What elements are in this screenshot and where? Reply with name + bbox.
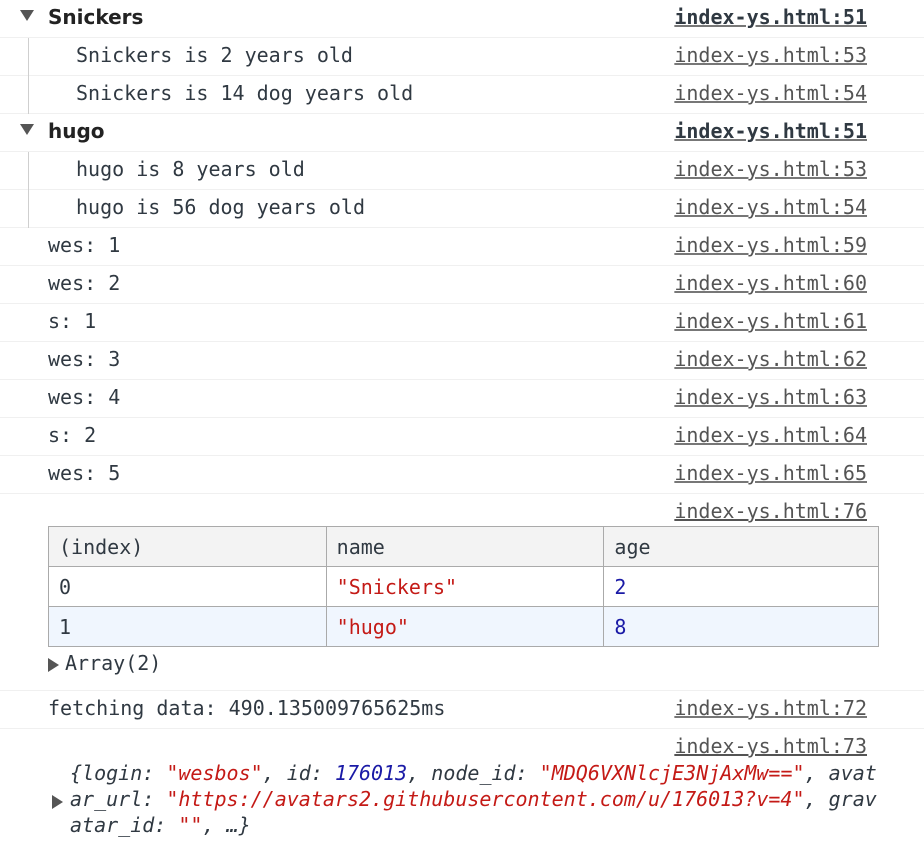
console-message: s: 1 index-ys.html:61: [0, 304, 924, 342]
object-separator: ,: [262, 761, 287, 785]
triangle-down-icon[interactable]: [20, 124, 34, 135]
table-row: 1 "hugo" 8: [48, 606, 879, 647]
message-text: fetching data: 490.135009765625ms: [48, 696, 446, 720]
group-guide-line: [28, 190, 29, 228]
source-link[interactable]: index-ys.html:63: [674, 385, 867, 409]
object-key: id:: [286, 761, 335, 785]
console-message: Snickers is 14 dog years old index-ys.ht…: [0, 76, 924, 114]
group-title: Snickers: [48, 5, 144, 29]
column-header-age[interactable]: age: [603, 526, 879, 567]
source-link[interactable]: index-ys.html:73: [674, 734, 867, 758]
object-separator: ,: [407, 761, 432, 785]
source-link[interactable]: index-ys.html:76: [674, 499, 867, 523]
source-link[interactable]: index-ys.html:72: [674, 696, 867, 720]
message-text: wes: 3: [48, 347, 121, 371]
object-separator: ,: [804, 787, 829, 811]
console-message: wes: 2 index-ys.html:60: [0, 266, 924, 304]
table-row: 0 "Snickers" 2: [48, 566, 879, 607]
object-separator: ,: [804, 761, 829, 785]
source-link[interactable]: index-ys.html:51: [674, 119, 867, 143]
object-key: login:: [82, 761, 167, 785]
group-title: hugo: [48, 119, 105, 143]
console-message: wes: 5 index-ys.html:65: [0, 456, 924, 494]
group-guide-line: [28, 76, 29, 114]
table-header-row: (index) name age: [48, 526, 879, 567]
source-link[interactable]: index-ys.html:54: [674, 81, 867, 105]
column-header-index[interactable]: (index): [48, 526, 327, 567]
cell-index: 0: [48, 566, 327, 607]
group-header-hugo[interactable]: hugo index-ys.html:51: [0, 114, 924, 152]
console-table-message: index-ys.html:76 (index) name age 0 "Sni…: [0, 494, 924, 691]
object-preview[interactable]: {login: "wesbos", id: 176013, node_id: "…: [70, 760, 882, 838]
source-link[interactable]: index-ys.html:54: [674, 195, 867, 219]
object-value: 176013: [334, 761, 408, 785]
group-guide-line: [28, 152, 29, 190]
column-header-name[interactable]: name: [325, 526, 605, 567]
cell-name: "Snickers": [325, 566, 605, 607]
message-text: wes: 2: [48, 271, 121, 295]
cell-name: "hugo": [325, 606, 605, 647]
message-text: Snickers is 14 dog years old: [76, 81, 414, 105]
object-brace: {: [70, 761, 83, 785]
cell-age: 8: [603, 606, 879, 647]
source-link[interactable]: index-ys.html:60: [674, 271, 867, 295]
console-message: hugo is 8 years old index-ys.html:53: [0, 152, 924, 190]
console-message: hugo is 56 dog years old index-ys.html:5…: [0, 190, 924, 228]
message-text: s: 1: [48, 309, 97, 333]
source-link[interactable]: index-ys.html:59: [674, 233, 867, 257]
console-message-timer: fetching data: 490.135009765625ms index-…: [0, 691, 924, 729]
source-link[interactable]: index-ys.html:61: [674, 309, 867, 333]
message-text: Snickers is 2 years old: [76, 43, 353, 67]
message-text: wes: 5: [48, 461, 121, 485]
source-link[interactable]: index-ys.html:65: [674, 461, 867, 485]
array-expander[interactable]: Array(2): [48, 651, 161, 675]
cell-index: 1: [48, 606, 327, 647]
message-text: wes: 1: [48, 233, 121, 257]
console-message: Snickers is 2 years old index-ys.html:53: [0, 38, 924, 76]
source-link[interactable]: index-ys.html:53: [674, 43, 867, 67]
console-message: wes: 1 index-ys.html:59: [0, 228, 924, 266]
console-panel: Snickers index-ys.html:51 Snickers is 2 …: [0, 0, 924, 846]
console-message: s: 2 index-ys.html:64: [0, 418, 924, 456]
object-value: "MDQ6VXNlcjE3NjAxMw==": [539, 761, 805, 785]
message-text: wes: 4: [48, 385, 121, 409]
message-text: s: 2: [48, 423, 97, 447]
source-link[interactable]: index-ys.html:51: [674, 5, 867, 29]
object-key: node_id:: [431, 761, 540, 785]
source-link[interactable]: index-ys.html:64: [674, 423, 867, 447]
message-text: hugo is 8 years old: [76, 157, 305, 181]
console-message: wes: 4 index-ys.html:63: [0, 380, 924, 418]
array-label: Array(2): [65, 651, 162, 675]
source-link[interactable]: index-ys.html:53: [674, 157, 867, 181]
object-value: "https://avatars2.githubusercontent.com/…: [166, 787, 805, 811]
group-header-snickers[interactable]: Snickers index-ys.html:51: [0, 0, 924, 38]
source-link[interactable]: index-ys.html:62: [674, 347, 867, 371]
object-value: "wesbos": [166, 761, 263, 785]
console-object-message: index-ys.html:73 {login: "wesbos", id: 1…: [0, 729, 924, 843]
group-guide-line: [28, 38, 29, 76]
console-message: wes: 3 index-ys.html:62: [0, 342, 924, 380]
triangle-right-icon[interactable]: [48, 657, 59, 672]
object-tail: , …}: [202, 813, 251, 837]
cell-age: 2: [603, 566, 879, 607]
object-value: "": [178, 813, 203, 837]
triangle-right-icon[interactable]: [52, 795, 63, 809]
message-text: hugo is 56 dog years old: [76, 195, 365, 219]
triangle-down-icon[interactable]: [20, 10, 34, 21]
console-table: (index) name age 0 "Snickers" 2 1 "hugo"…: [48, 526, 879, 647]
